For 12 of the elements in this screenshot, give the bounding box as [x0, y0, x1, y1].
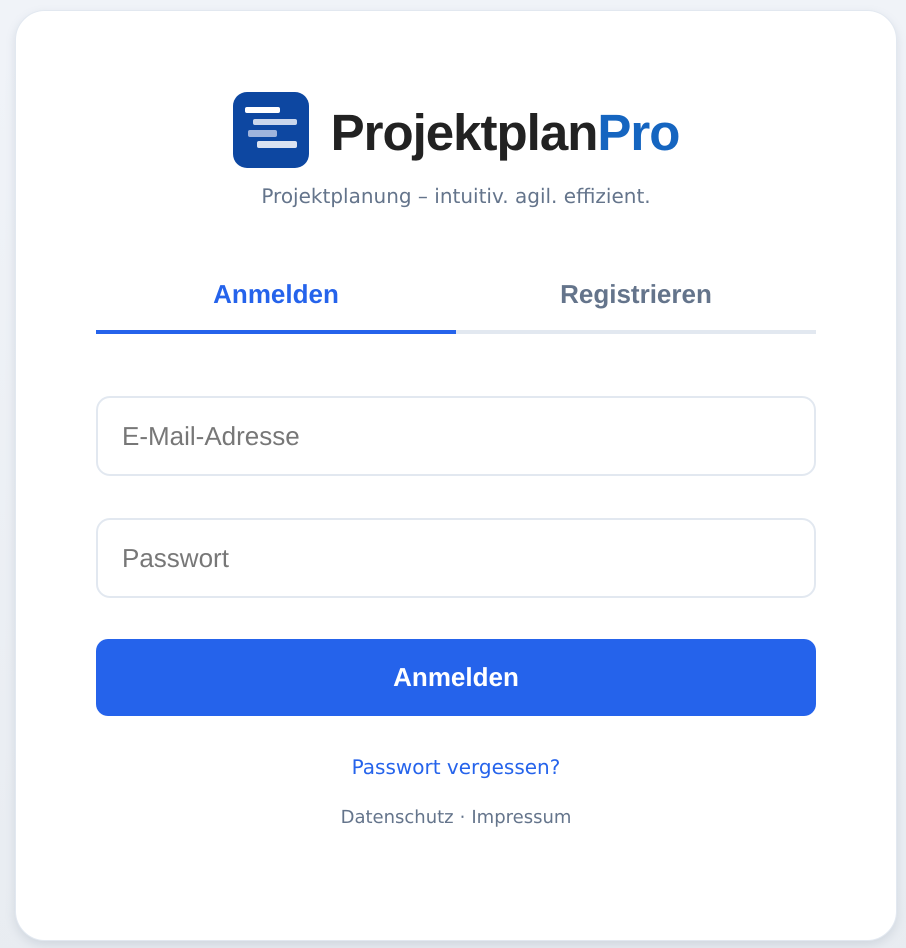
- tab[interactable]: Registrieren: [456, 263, 816, 334]
- tagline: Projektplanung – intuitiv. agil. effizient.: [260, 183, 652, 209]
- link-separator: ·: [460, 806, 466, 830]
- footer-link[interactable]: Datenschutz: [340, 806, 454, 830]
- input-field[interactable]: Passwort: [96, 518, 816, 598]
- forgot-password-link[interactable]: Passwort vergessen?: [352, 754, 560, 780]
- tab[interactable]: Anmelden: [96, 263, 456, 334]
- input-field[interactable]: E-Mail-Adresse: [96, 396, 816, 476]
- brand-name: ProjektplanPro: [330, 103, 680, 164]
- submit-button[interactable]: Anmelden: [96, 639, 816, 716]
- bars-logo-icon: [232, 92, 309, 168]
- footer-link[interactable]: Impressum: [471, 806, 572, 830]
